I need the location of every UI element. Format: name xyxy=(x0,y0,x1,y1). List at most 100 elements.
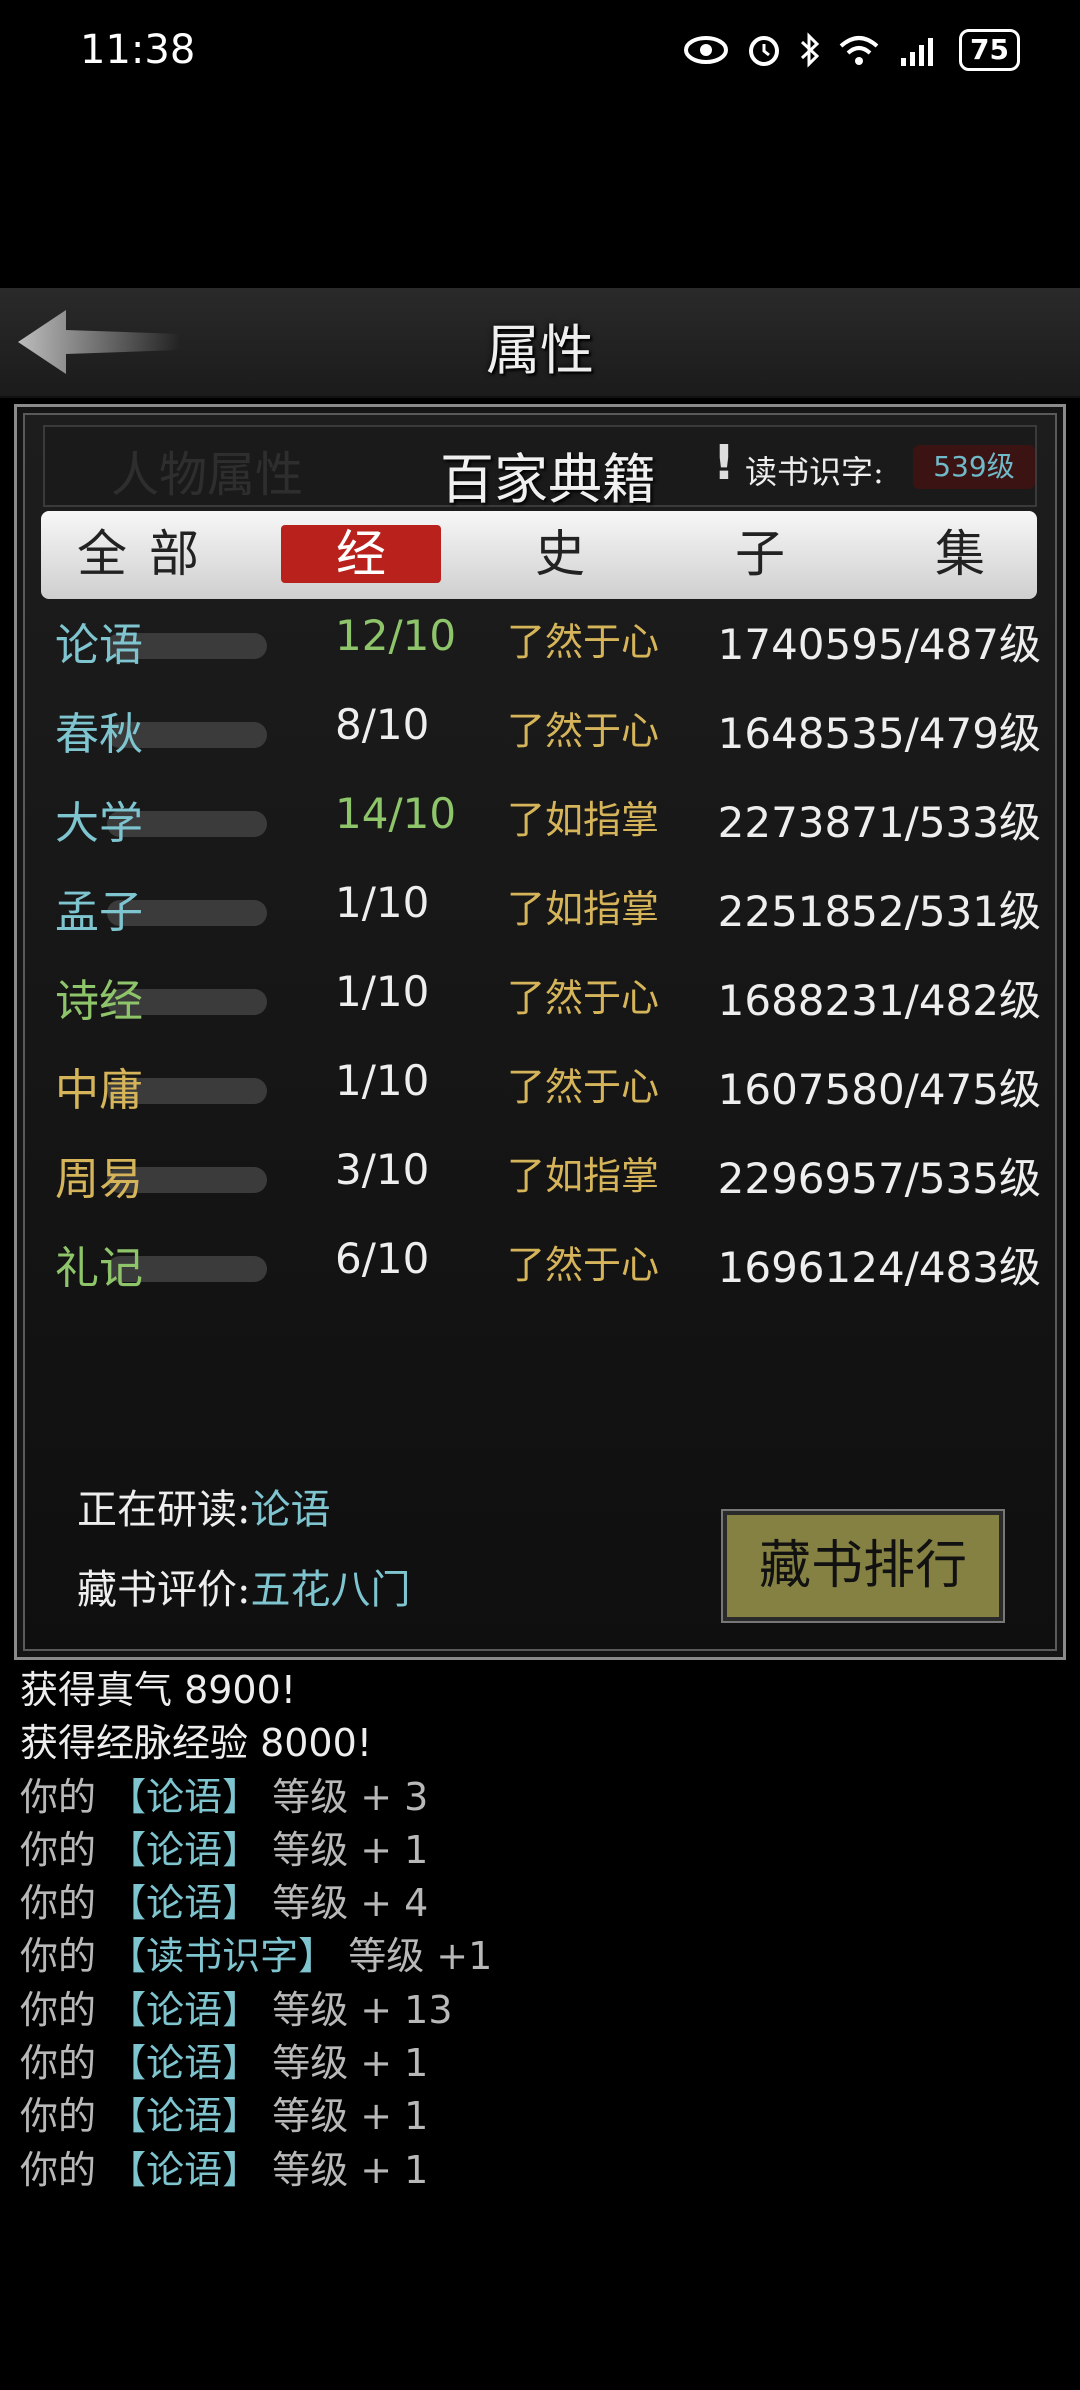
book-row[interactable]: 孟子 1/10 了如指掌 2251852/531级 xyxy=(17,870,1057,958)
alarm-icon xyxy=(749,36,780,66)
book-name: 周易 xyxy=(55,1154,143,1205)
eye-icon xyxy=(684,36,729,64)
book-name: 春秋 xyxy=(55,709,143,760)
log-line: 你的 【论语】 等级 + 3 xyxy=(20,1771,1060,1824)
log-book: 【论语】 xyxy=(108,1827,261,1872)
studying-line: 正在研读:论语 xyxy=(77,1477,330,1535)
book-progress: 8/10 xyxy=(335,700,430,749)
log-book: 【论语】 xyxy=(108,2041,261,2086)
log-suffix: 等级 + 1 xyxy=(260,2094,429,2139)
log-prefix: 你的 xyxy=(20,2094,109,2139)
log-prefix: 你的 xyxy=(20,1827,109,1872)
rating-line: 藏书评价:五花八门 xyxy=(77,1557,410,1615)
rating-value: 五花八门 xyxy=(250,1567,411,1613)
reading-skill-level: 539级 xyxy=(913,445,1035,489)
battery-indicator: 75 xyxy=(959,29,1020,71)
book-exp: 2273871/533级 xyxy=(717,798,1041,847)
log-suffix: 等级 + 13 xyxy=(260,1987,453,2032)
log-prefix: 你的 xyxy=(20,1987,109,2032)
book-name: 论语 xyxy=(55,620,143,671)
book-progress: 12/10 xyxy=(335,611,457,660)
book-status: 了如指掌 xyxy=(507,887,660,931)
book-name: 大学 xyxy=(55,798,143,849)
book-progress: 14/10 xyxy=(335,789,457,838)
book-progress: 1/10 xyxy=(335,967,430,1016)
log-text: 获得经脉经验 8000! xyxy=(20,1721,373,1766)
book-exp: 2251852/531级 xyxy=(717,887,1041,936)
log-line: 获得经脉经验 8000! xyxy=(20,1717,1060,1770)
log-suffix: 等级 +1 xyxy=(336,1934,493,1979)
log-text: 获得真气 8900! xyxy=(20,1668,297,1712)
tab-shi[interactable]: 史 xyxy=(521,525,621,583)
reading-skill-label: 读书识字: xyxy=(745,453,884,491)
4g-signal-icon xyxy=(901,38,934,66)
book-progress: 3/10 xyxy=(335,1145,430,1194)
tab-jing[interactable]: 经 xyxy=(281,525,441,583)
collection-ranking-button[interactable]: 藏书排行 xyxy=(721,1509,1005,1623)
book-exp: 2296957/535级 xyxy=(717,1154,1041,1203)
book-progress: 1/10 xyxy=(335,878,430,927)
info-icon[interactable]: ! xyxy=(713,435,735,491)
book-exp: 1696124/483级 xyxy=(717,1243,1041,1292)
log-prefix: 你的 xyxy=(20,1934,109,1979)
book-row[interactable]: 中庸 1/10 了然于心 1607580/475级 xyxy=(17,1048,1057,1136)
books-panel: 人物属性 百家典籍 ! 读书识字: 539级 全部 经 史 子 集 论语 12/1… xyxy=(14,404,1066,1660)
status-icons: 75 xyxy=(683,29,1020,71)
book-status: 了然于心 xyxy=(507,620,660,664)
book-name: 孟子 xyxy=(55,887,143,938)
book-exp: 1688231/482级 xyxy=(717,976,1041,1025)
book-row[interactable]: 礼记 6/10 了然于心 1696124/483级 xyxy=(17,1226,1057,1314)
panel-top-bar: 人物属性 百家典籍 ! 读书识字: 539级 xyxy=(43,425,1037,511)
log-suffix: 等级 + 1 xyxy=(260,2147,429,2192)
log-line: 你的 【论语】 等级 + 1 xyxy=(20,2090,1060,2143)
book-progress: 6/10 xyxy=(335,1234,430,1283)
wifi-icon xyxy=(839,36,879,65)
log-prefix: 你的 xyxy=(20,1774,109,1819)
book-status: 了如指掌 xyxy=(507,798,660,842)
log-suffix: 等级 + 1 xyxy=(260,2041,429,2086)
studying-label: 正在研读: xyxy=(77,1487,251,1533)
rating-label: 藏书评价: xyxy=(77,1567,251,1613)
log-line: 获得真气 8900! xyxy=(20,1664,1060,1717)
book-exp: 1607580/475级 xyxy=(717,1065,1041,1114)
book-name: 诗经 xyxy=(55,976,143,1027)
log-book: 【论语】 xyxy=(108,1774,261,1819)
book-exp: 1648535/479级 xyxy=(717,709,1041,758)
log-prefix: 你的 xyxy=(20,2041,109,2086)
log-book: 【论语】 xyxy=(108,1987,261,2032)
book-exp: 1740595/487级 xyxy=(717,620,1041,669)
book-row[interactable]: 周易 3/10 了如指掌 2296957/535级 xyxy=(17,1137,1057,1225)
tab-character-attributes[interactable]: 人物属性 xyxy=(111,435,303,505)
book-row[interactable]: 论语 12/10 了然于心 1740595/487级 xyxy=(17,603,1057,691)
log-book: 【论语】 xyxy=(108,2147,261,2192)
book-row[interactable]: 大学 14/10 了如指掌 2273871/533级 xyxy=(17,781,1057,869)
log-suffix: 等级 + 3 xyxy=(260,1774,429,1819)
book-row[interactable]: 春秋 8/10 了然于心 1648535/479级 xyxy=(17,692,1057,780)
message-log: 获得真气 8900! 获得经脉经验 8000! 你的 【论语】 等级 + 3 你的 【… xyxy=(20,1664,1060,2197)
status-bar: 11:38 75 xyxy=(0,0,1080,100)
log-suffix: 等级 + 4 xyxy=(260,1881,429,1926)
tab-zi[interactable]: 子 xyxy=(721,525,821,583)
tab-all[interactable]: 全部 xyxy=(69,525,229,583)
book-status: 了然于心 xyxy=(507,709,660,753)
panel-title: 百家典籍 xyxy=(440,448,656,511)
log-book: 【论语】 xyxy=(108,2094,261,2139)
tab-ji[interactable]: 集 xyxy=(921,525,1021,583)
page-title: 属性 xyxy=(486,319,594,382)
studying-value: 论语 xyxy=(250,1487,331,1533)
log-suffix: 等级 + 1 xyxy=(260,1827,429,1872)
book-name: 中庸 xyxy=(55,1065,143,1116)
book-status: 了然于心 xyxy=(507,1243,660,1287)
log-line: 你的 【论语】 等级 + 1 xyxy=(20,1824,1060,1877)
book-name: 礼记 xyxy=(55,1243,143,1294)
book-row[interactable]: 诗经 1/10 了然于心 1688231/482级 xyxy=(17,959,1057,1047)
log-prefix: 你的 xyxy=(20,1881,109,1926)
log-prefix: 你的 xyxy=(20,2147,109,2192)
log-line: 你的 【论语】 等级 + 4 xyxy=(20,1877,1060,1930)
log-book: 【论语】 xyxy=(108,1881,261,1926)
log-line: 你的 【读书识字】 等级 +1 xyxy=(20,1930,1060,1983)
page-header: 属性 xyxy=(0,288,1080,398)
book-progress: 1/10 xyxy=(335,1056,430,1105)
book-status: 了如指掌 xyxy=(507,1154,660,1198)
book-status: 了然于心 xyxy=(507,976,660,1020)
